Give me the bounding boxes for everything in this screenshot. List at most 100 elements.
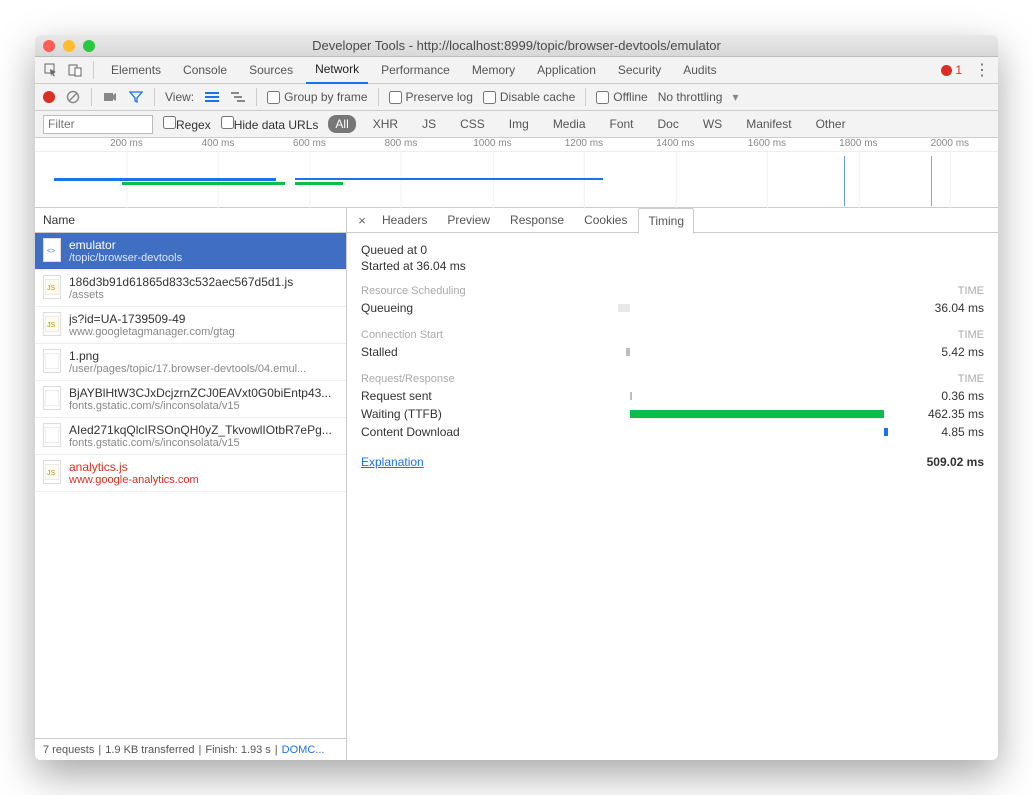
timeline-tick: 200 ms [110, 138, 143, 149]
request-row[interactable]: 1.png/user/pages/topic/17.browser-devtoo… [35, 344, 346, 381]
tab-preview[interactable]: Preview [438, 208, 499, 232]
timing-row: Stalled5.42 ms [361, 343, 984, 361]
request-row[interactable]: AIed271kqQlcIRSOnQH0yZ_TkvowlIOtbR7ePg..… [35, 418, 346, 455]
request-row[interactable]: <>emulator/topic/browser-devtools [35, 233, 346, 270]
request-name: 186d3b91d61865d833c532aec567d5d1.js [69, 275, 338, 289]
time-label: TIME [958, 373, 984, 385]
disable-cache-checkbox[interactable]: Disable cache [483, 90, 575, 104]
tab-sources[interactable]: Sources [240, 57, 302, 83]
filter-doc[interactable]: Doc [651, 115, 686, 133]
view-label: View: [165, 90, 194, 104]
tab-application[interactable]: Application [528, 57, 605, 83]
timeline-tick: 1800 ms [839, 138, 877, 149]
error-badge[interactable]: 1 [935, 63, 968, 77]
camera-icon[interactable] [102, 89, 118, 105]
js-file-icon: JS [43, 312, 61, 336]
filter-other[interactable]: Other [809, 115, 853, 133]
detail-tabs: × Headers Preview Response Cookies Timin… [347, 208, 998, 233]
close-window-button[interactable] [43, 40, 55, 52]
inspect-element-icon[interactable] [41, 60, 61, 80]
request-row[interactable]: JS 186d3b91d61865d833c532aec567d5d1.js/as… [35, 270, 346, 307]
tab-timing[interactable]: Timing [638, 208, 694, 234]
status-transferred: 1.9 KB transferred [105, 744, 194, 756]
timeline-tick: 1600 ms [748, 138, 786, 149]
timing-bar [630, 392, 632, 400]
filter-all[interactable]: All [328, 115, 355, 133]
request-name: AIed271kqQlcIRSOnQH0yZ_TkvowlIOtbR7ePg..… [69, 423, 338, 437]
filter-media[interactable]: Media [546, 115, 593, 133]
request-row[interactable]: JS js?id=UA-1739509-49www.googletagmanage… [35, 307, 346, 344]
request-row[interactable]: BjAYBlHtW3CJxDcjzrnZCJ0EAVxt0G0biEntp43.… [35, 381, 346, 418]
status-bar: 7 requests | 1.9 KB transferred | Finish… [35, 738, 346, 760]
main-tabs-bar: Elements Console Sources Network Perform… [35, 57, 998, 84]
filter-js[interactable]: JS [415, 115, 443, 133]
timing-section-header: Request/Response [361, 373, 455, 385]
waterfall-view-icon[interactable] [230, 89, 246, 105]
tab-security[interactable]: Security [609, 57, 670, 83]
timing-value: 36.04 ms [904, 301, 984, 315]
timeline-tick: 1000 ms [473, 138, 511, 149]
js-file-icon: JS [43, 460, 61, 484]
time-label: TIME [958, 329, 984, 341]
network-toolbar: View: Group by frame Preserve log Disabl… [35, 84, 998, 111]
offline-checkbox[interactable]: Offline [596, 90, 647, 104]
timing-label: Content Download [361, 425, 501, 439]
timing-row: Content Download4.85 ms [361, 423, 984, 441]
clear-icon[interactable] [65, 89, 81, 105]
tab-memory[interactable]: Memory [463, 57, 524, 83]
request-path: /assets [69, 289, 338, 301]
tab-headers[interactable]: Headers [373, 208, 436, 232]
timing-section-header: Connection Start [361, 329, 443, 341]
request-name: 1.png [69, 349, 338, 363]
filter-bar: Regex Hide data URLs All XHR JS CSS Img … [35, 111, 998, 138]
request-path: /user/pages/topic/17.browser-devtools/04… [69, 363, 338, 375]
regex-checkbox[interactable]: Regex [163, 116, 211, 132]
more-menu-icon[interactable]: ⋮ [972, 60, 992, 80]
tab-network[interactable]: Network [306, 56, 368, 84]
group-by-frame-checkbox[interactable]: Group by frame [267, 90, 367, 104]
dropdown-icon[interactable]: ▾ [732, 90, 738, 104]
throttling-select[interactable]: No throttling [658, 90, 723, 104]
filter-css[interactable]: CSS [453, 115, 492, 133]
tab-cookies[interactable]: Cookies [575, 208, 636, 232]
request-path: www.googletagmanager.com/gtag [69, 326, 338, 338]
tab-console[interactable]: Console [174, 57, 236, 83]
tab-audits[interactable]: Audits [674, 57, 725, 83]
request-row[interactable]: JSanalytics.jswww.google-analytics.com [35, 455, 346, 492]
svg-text:JS: JS [47, 470, 56, 477]
tab-response[interactable]: Response [501, 208, 573, 232]
request-list: <>emulator/topic/browser-devtools JS 186d3… [35, 233, 346, 738]
filter-icon[interactable] [128, 89, 144, 105]
timeline-tick: 2000 ms [931, 138, 969, 149]
timing-bar [618, 304, 630, 312]
maximize-window-button[interactable] [83, 40, 95, 52]
timeline-overview[interactable]: 200 ms400 ms600 ms800 ms1000 ms1200 ms14… [35, 138, 998, 208]
minimize-window-button[interactable] [63, 40, 75, 52]
name-column-header[interactable]: Name [35, 208, 346, 233]
font-file-icon [43, 386, 61, 410]
filter-img[interactable]: Img [502, 115, 536, 133]
explanation-link[interactable]: Explanation [361, 455, 424, 469]
time-label: TIME [958, 285, 984, 297]
request-name: BjAYBlHtW3CJxDcjzrnZCJ0EAVxt0G0biEntp43.… [69, 386, 338, 400]
device-toolbar-icon[interactable] [65, 60, 85, 80]
timeline-tick: 400 ms [202, 138, 235, 149]
error-count: 1 [955, 63, 962, 77]
filter-xhr[interactable]: XHR [366, 115, 405, 133]
hide-data-urls-checkbox[interactable]: Hide data URLs [221, 116, 319, 132]
preserve-log-checkbox[interactable]: Preserve log [389, 90, 473, 104]
timing-value: 5.42 ms [904, 345, 984, 359]
html-file-icon: <> [43, 238, 61, 262]
filter-ws[interactable]: WS [696, 115, 729, 133]
request-name: js?id=UA-1739509-49 [69, 312, 338, 326]
filter-font[interactable]: Font [603, 115, 641, 133]
record-button[interactable] [43, 91, 55, 103]
status-requests: 7 requests [43, 744, 94, 756]
filter-manifest[interactable]: Manifest [739, 115, 798, 133]
close-detail-button[interactable]: × [353, 213, 371, 228]
js-file-icon: JS [43, 275, 61, 299]
filter-input[interactable] [43, 115, 153, 134]
tab-performance[interactable]: Performance [372, 57, 459, 83]
tab-elements[interactable]: Elements [102, 57, 170, 83]
list-view-icon[interactable] [204, 89, 220, 105]
